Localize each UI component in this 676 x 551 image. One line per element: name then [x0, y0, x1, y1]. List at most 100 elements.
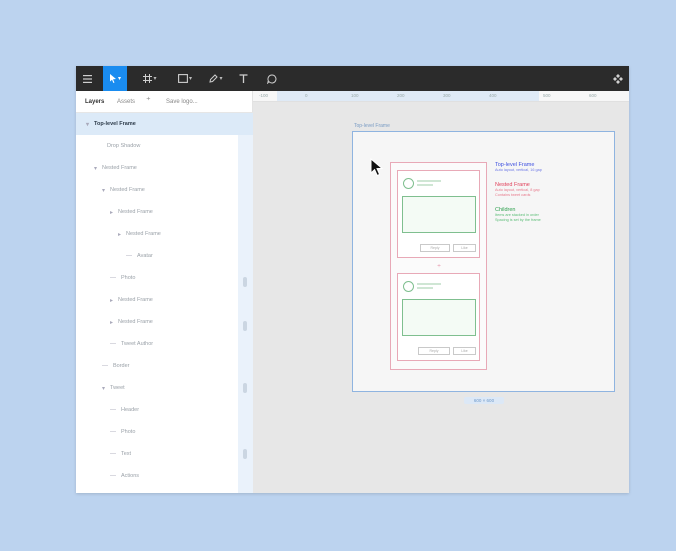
component-button[interactable]	[609, 66, 627, 91]
ruler-tick: 0	[305, 93, 308, 98]
layer-chevron-icon[interactable]: ▾	[86, 121, 89, 128]
layer-chevron-icon[interactable]: ▸	[118, 231, 121, 238]
top-level-frame[interactable]: Reply Like ÷ Reply Like Top-level Frame	[352, 131, 615, 392]
layer-row[interactable]: ▸ Nested Frame	[76, 311, 253, 333]
note-text: Spacing is set by the frame	[495, 218, 541, 222]
layer-chevron-icon[interactable]: —	[110, 341, 116, 347]
note-top-level: Top-level Frame Auto layout, vertical, 1…	[495, 162, 542, 173]
note-text: Auto layout, vertical, 16 gap	[495, 168, 542, 172]
layer-chevron-icon[interactable]: ▸	[110, 297, 113, 304]
layer-label: Border	[113, 363, 130, 369]
layer-label: Drop Shadow	[107, 143, 141, 149]
layer-label: Nested Frame	[126, 231, 161, 237]
layer-row[interactable]: ▾ Tweet	[76, 377, 253, 399]
top-ruler: -100 0 100 200 300 400 500 600	[253, 91, 629, 102]
layer-label: Nested Frame	[102, 165, 137, 171]
menu-button[interactable]	[76, 66, 98, 91]
layer-label: Nested Frame	[110, 187, 145, 193]
layer-chevron-icon[interactable]: —	[110, 407, 116, 413]
frame-name-label[interactable]: Top-level Frame	[354, 123, 390, 129]
nested-frame[interactable]: Reply Like ÷ Reply Like	[390, 162, 487, 370]
chevron-down-icon: ▾	[219, 76, 223, 82]
avatar	[403, 281, 414, 292]
layer-chevron-icon[interactable]: —	[110, 451, 116, 457]
chevron-down-icon: ▾	[153, 76, 157, 82]
layer-chevron-icon[interactable]: ▸	[110, 319, 113, 326]
figma-window: ▾ ▾ ▾ ▾ Layers Assets ⁺ Save logo... ▾ T…	[76, 66, 629, 493]
layer-row[interactable]: — Tweet Author	[76, 333, 253, 355]
component-icon	[613, 73, 623, 84]
handle-line	[417, 287, 433, 289]
layer-label: Actions	[121, 473, 140, 479]
layer-row[interactable]: — Avatar	[76, 245, 253, 267]
reply-button[interactable]: Reply	[418, 347, 450, 355]
layer-row[interactable]: — Photo	[76, 421, 253, 443]
scrollbar-thumb[interactable]	[243, 277, 247, 287]
text-tool-button[interactable]	[235, 66, 251, 91]
layer-row[interactable]: — Photo	[76, 267, 253, 289]
gap-indicator: ÷	[437, 264, 441, 270]
scrollbar-thumb[interactable]	[243, 383, 247, 393]
photo-placeholder	[402, 196, 476, 233]
frame-tool-button[interactable]: ▾	[140, 66, 160, 91]
layer-row[interactable]: ▾ Nested Frame	[76, 157, 253, 179]
like-button[interactable]: Like	[453, 244, 476, 252]
layer-row[interactable]: — Text	[76, 443, 253, 465]
layer-label: Photo	[121, 429, 136, 435]
layer-row[interactable]: Drop Shadow	[76, 135, 253, 157]
move-tool-button[interactable]: ▾	[103, 66, 127, 91]
reply-button[interactable]: Reply	[420, 244, 450, 252]
layer-row[interactable]: — Actions	[76, 465, 253, 487]
layer-chevron-icon[interactable]: ▾	[102, 187, 105, 194]
pen-tool-button[interactable]: ▾	[206, 66, 226, 91]
layer-chevron-icon[interactable]: —	[102, 363, 108, 369]
layer-chevron-icon[interactable]: ▾	[94, 165, 97, 172]
tab-page[interactable]: Save logo...	[166, 99, 198, 105]
layer-label: Nested Frame	[118, 209, 153, 215]
shape-tool-button[interactable]: ▾	[173, 66, 197, 91]
layer-chevron-icon[interactable]: —	[110, 473, 116, 479]
like-button[interactable]: Like	[453, 347, 476, 355]
layer-label: Header	[121, 407, 140, 413]
layer-row[interactable]: — Border	[76, 355, 253, 377]
ruler-tick: 600	[589, 93, 597, 98]
layer-row[interactable]: ▸ Nested Frame	[76, 201, 253, 223]
layer-chevron-icon[interactable]: ▾	[102, 385, 105, 392]
layer-chevron-icon[interactable]: —	[110, 429, 116, 435]
tab-add-icon[interactable]: ⁺	[146, 95, 151, 106]
layer-label: Tweet Author	[121, 341, 154, 347]
layer-chevron-icon[interactable]: —	[126, 253, 132, 259]
photo-placeholder	[402, 299, 476, 336]
note-children: Children Items are stacked in order Spac…	[495, 207, 541, 223]
layer-row[interactable]: ▾ Top-level Frame	[76, 113, 253, 135]
layer-label: Nested Frame	[118, 297, 153, 303]
tab-layers[interactable]: Layers	[85, 99, 104, 105]
ruler-tick: 500	[543, 93, 551, 98]
tab-assets[interactable]: Assets	[117, 99, 135, 105]
tweet-card[interactable]: Reply Like	[397, 170, 480, 258]
avatar	[403, 178, 414, 189]
layer-chevron-icon[interactable]: ▸	[110, 209, 113, 216]
layer-row[interactable]: — Header	[76, 399, 253, 421]
canvas[interactable]: -100 0 100 200 300 400 500 600 Top-level…	[253, 91, 629, 493]
layer-row[interactable]: ▸ Nested Frame	[76, 223, 253, 245]
comment-tool-button[interactable]	[264, 66, 280, 91]
layer-label: Avatar	[137, 253, 153, 259]
layer-row[interactable]: ▸ Nested Frame	[76, 289, 253, 311]
layer-chevron-icon[interactable]: —	[110, 275, 116, 281]
ruler-tick: 400	[489, 93, 497, 98]
tweet-card[interactable]: Reply Like	[397, 273, 480, 361]
frame-dimensions: 600 × 600	[464, 397, 504, 404]
hamburger-icon	[82, 74, 92, 83]
pointer-icon	[109, 74, 116, 83]
ruler-tick: -100	[259, 93, 269, 98]
scrollbar-thumb[interactable]	[243, 321, 247, 331]
layer-row[interactable]: ▾ Nested Frame	[76, 179, 253, 201]
handle-line	[417, 184, 433, 186]
pen-icon	[209, 74, 219, 83]
scrollbar-thumb[interactable]	[243, 449, 247, 459]
layer-label: Text	[121, 451, 132, 457]
chevron-down-icon: ▾	[188, 76, 192, 82]
note-nested: Nested Frame Auto layout, vertical, 8 ga…	[495, 182, 540, 198]
mouse-cursor-icon	[370, 158, 384, 177]
